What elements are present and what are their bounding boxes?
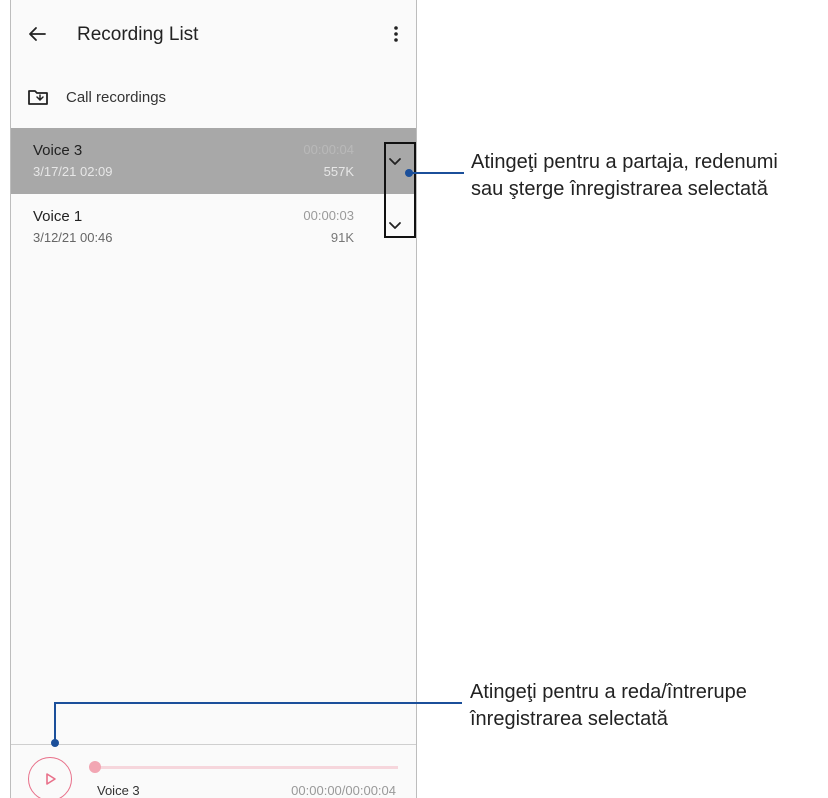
play-callout-line1: Atingeţi pentru a reda/întrerupe [470, 681, 747, 703]
folder-call-icon [28, 90, 48, 105]
more-options-button[interactable] [384, 22, 408, 46]
back-button[interactable] [25, 22, 49, 46]
options-callout-line2: sau şterge înregistrarea selectată [471, 178, 768, 200]
recording-date: 3/12/21 00:46 [33, 230, 113, 245]
folder-label: Call recordings [66, 89, 167, 106]
recording-date: 3/17/21 02:09 [33, 164, 113, 179]
recording-duration: 00:00:04 [303, 142, 354, 157]
playback-bar: Voice 3 00:00:00/00:00:04 [11, 744, 416, 798]
recording-item[interactable]: Voice 3 3/17/21 02:09 00:00:04 557K [11, 128, 416, 194]
recording-name: Voice 1 [33, 208, 83, 225]
progress-slider[interactable] [89, 761, 398, 773]
play-callout: Atingeţi pentru a reda/întrerupe înregis… [470, 679, 747, 733]
recording-duration: 00:00:03 [303, 208, 354, 223]
options-callout: Atingeţi pentru a partaja, redenumi sau … [471, 149, 778, 203]
recording-size: 91K [330, 230, 354, 245]
play-button[interactable] [28, 757, 72, 798]
recorder-screen: Recording List Call recordings Voice 3 3… [10, 0, 417, 798]
page-title: Recording List [77, 24, 199, 45]
play-icon [46, 773, 56, 785]
options-callout-line1: Atingeţi pentru a partaja, redenumi [471, 151, 778, 173]
more-vert-icon [394, 26, 398, 42]
play-callout-line2: înregistrarea selectată [470, 708, 668, 730]
arrow-left-icon [29, 27, 46, 41]
recording-name: Voice 3 [33, 142, 83, 159]
options-leader-line [409, 172, 464, 174]
recording-size: 557K [323, 164, 354, 179]
now-playing-title: Voice 3 [97, 783, 140, 798]
play-leader-vertical [54, 702, 56, 742]
chevron-down-icon[interactable] [384, 150, 406, 172]
app-bar: Recording List [11, 0, 416, 70]
recording-item[interactable]: Voice 1 3/12/21 00:46 00:00:03 91K [11, 194, 416, 260]
chevron-down-icon[interactable] [384, 214, 406, 236]
play-leader-horizontal [54, 702, 462, 704]
time-readout: 00:00:00/00:00:04 [291, 783, 396, 798]
progress-thumb[interactable] [89, 761, 101, 773]
call-recordings-folder[interactable]: Call recordings [11, 80, 416, 116]
